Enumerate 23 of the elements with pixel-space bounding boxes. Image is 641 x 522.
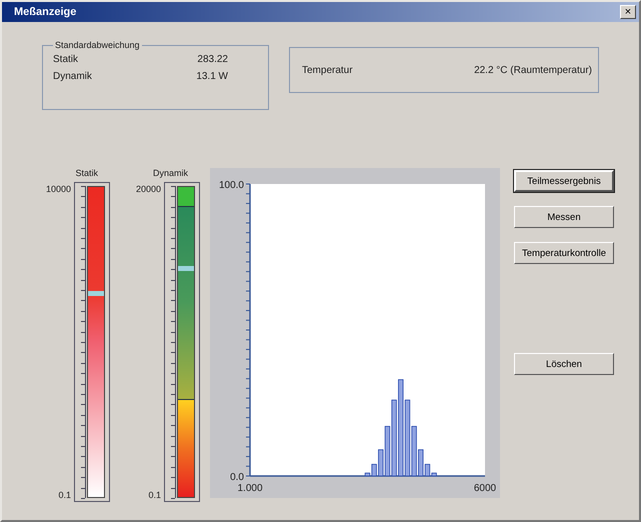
field-label: Statik	[53, 54, 78, 65]
scale-max-label: 20000	[136, 184, 161, 194]
window-title: Meßanzeige	[14, 6, 76, 18]
dialog-button[interactable]: Löschen	[514, 353, 614, 375]
scale-max-label: 10000	[46, 184, 71, 194]
dialog-button[interactable]: Messen	[514, 206, 614, 228]
close-button[interactable]: ×	[620, 5, 636, 19]
y-tick-label: 0.0	[230, 472, 244, 483]
y-tick-label: 100.0	[218, 180, 244, 191]
scale-min-label: 0.1	[147, 490, 161, 500]
field-value: 13.1 W	[196, 71, 228, 82]
x-tick-label: 1.000	[237, 483, 263, 494]
field-value: 283.22	[197, 54, 228, 65]
meter-label: Statik	[75, 168, 98, 178]
scale-min-label: 0.1	[57, 490, 71, 500]
temperature-label: Temperatur	[302, 64, 353, 76]
dialog-button[interactable]: Temperaturkontrolle	[514, 242, 614, 264]
dialog-button[interactable]: Teilmessergebnis	[514, 170, 614, 192]
meter-label: Dynamik	[152, 168, 188, 178]
x-tick-label: 6000	[474, 483, 496, 494]
temperature-value: 22.2 °C (Raumtemperatur)	[474, 64, 592, 76]
group-title: Standardabweichung	[54, 40, 141, 50]
field-label: Dynamik	[53, 71, 92, 82]
